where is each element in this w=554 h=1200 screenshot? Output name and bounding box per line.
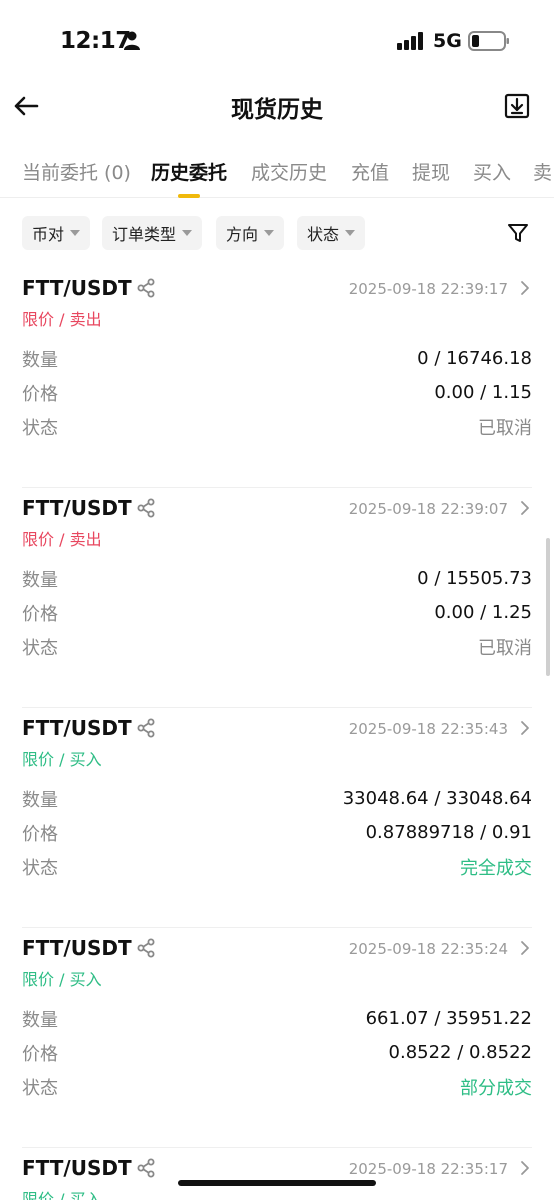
tab-trade-history[interactable]: 成交历史 [251, 158, 327, 185]
tab-sell[interactable]: 卖 [533, 158, 552, 185]
order-pair: FTT/USDT [22, 496, 132, 520]
price-label: 价格 [22, 604, 58, 625]
quantity-value: 0 / 16746.18 [417, 348, 532, 369]
signal-icon [397, 32, 423, 50]
order-card[interactable]: FTT/USDT 2025-09-18 22:35:24 限价 / 买入 数量 … [0, 928, 554, 1148]
order-pair: FTT/USDT [22, 276, 132, 300]
filter-order-type[interactable]: 订单类型 [102, 216, 203, 250]
caret-down-icon [345, 230, 356, 236]
page-title: 现货历史 [231, 97, 323, 123]
chevron-right-icon[interactable] [520, 720, 530, 736]
download-icon[interactable] [503, 92, 531, 120]
price-label: 价格 [22, 824, 58, 845]
quantity-value: 33048.64 / 33048.64 [342, 788, 532, 809]
order-time: 2025-09-18 22:35:24 [348, 940, 508, 958]
price-label: 价格 [22, 1044, 58, 1065]
caret-down-icon [182, 230, 193, 236]
tab-bar: 当前委托 (0) 历史委托 成交历史 充值 提现 买入 卖 [0, 150, 554, 198]
home-indicator[interactable] [178, 1180, 376, 1186]
share-icon[interactable] [136, 1158, 156, 1178]
price-value: 0.8522 / 0.8522 [388, 1042, 532, 1063]
order-time: 2025-09-18 22:39:17 [348, 280, 508, 298]
filter-pair[interactable]: 币对 [22, 216, 91, 250]
tab-order-history[interactable]: 历史委托 [151, 158, 227, 185]
filter-funnel-icon[interactable] [506, 221, 530, 245]
order-pair: FTT/USDT [22, 936, 132, 960]
order-card[interactable]: FTT/USDT 2025-09-18 22:39:07 限价 / 卖出 数量 … [0, 488, 554, 708]
order-time: 2025-09-18 22:35:43 [348, 720, 508, 738]
status-label: 状态 [22, 418, 58, 439]
order-pair: FTT/USDT [22, 716, 132, 740]
price-label: 价格 [22, 384, 58, 405]
order-type: 限价 / 买入 [22, 750, 102, 769]
status-time: 12:17 [60, 28, 131, 54]
tab-withdraw[interactable]: 提现 [412, 158, 450, 185]
filter-direction-label: 方向 [226, 225, 259, 244]
quantity-label: 数量 [22, 1010, 58, 1031]
chevron-right-icon[interactable] [520, 1160, 530, 1176]
status-label: 状态 [22, 638, 58, 659]
status-value: 已取消 [478, 638, 532, 659]
tab-open-orders[interactable]: 当前委托 (0) [22, 158, 131, 185]
battery-icon [468, 31, 509, 51]
quantity-value: 0 / 15505.73 [417, 568, 532, 589]
caret-down-icon [70, 230, 81, 236]
status-value: 完全成交 [460, 858, 532, 879]
filter-direction[interactable]: 方向 [216, 216, 285, 250]
tab-deposit[interactable]: 充值 [351, 158, 389, 185]
active-tab-indicator [178, 194, 200, 198]
tab-buy[interactable]: 买入 [473, 158, 511, 185]
filter-bar: 币对 订单类型 方向 状态 [0, 216, 554, 252]
status-label: 状态 [22, 858, 58, 879]
chevron-right-icon[interactable] [520, 280, 530, 296]
price-value: 0.00 / 1.25 [434, 602, 532, 623]
order-time: 2025-09-18 22:39:07 [348, 500, 508, 518]
chevron-right-icon[interactable] [520, 940, 530, 956]
order-card[interactable]: FTT/USDT 2025-09-18 22:35:43 限价 / 买入 数量 … [0, 708, 554, 928]
network-type: 5G [433, 30, 462, 52]
order-pair: FTT/USDT [22, 1156, 132, 1180]
filter-order-type-label: 订单类型 [112, 225, 177, 244]
order-type: 限价 / 买入 [22, 970, 102, 989]
scrollbar[interactable] [546, 538, 550, 676]
price-value: 0.87889718 / 0.91 [365, 822, 532, 843]
filter-status-label: 状态 [307, 225, 340, 244]
order-card[interactable]: FTT/USDT 2025-09-18 22:39:17 限价 / 卖出 数量 … [0, 268, 554, 488]
chevron-right-icon[interactable] [520, 500, 530, 516]
order-type: 限价 / 卖出 [22, 310, 102, 329]
nav-bar: 现货历史 [0, 84, 554, 134]
quantity-label: 数量 [22, 350, 58, 371]
status-label: 状态 [22, 1078, 58, 1099]
order-type: 限价 / 卖出 [22, 530, 102, 549]
caret-down-icon [264, 230, 275, 236]
status-value: 部分成交 [460, 1078, 532, 1099]
share-icon[interactable] [136, 278, 156, 298]
share-icon[interactable] [136, 938, 156, 958]
price-value: 0.00 / 1.15 [434, 382, 532, 403]
person-icon [124, 31, 140, 50]
share-icon[interactable] [136, 498, 156, 518]
quantity-value: 661.07 / 35951.22 [365, 1008, 532, 1029]
quantity-label: 数量 [22, 570, 58, 591]
order-type: 限价 / 买入 [22, 1190, 102, 1200]
status-bar: 12:17 5G [0, 0, 554, 84]
share-icon[interactable] [136, 718, 156, 738]
quantity-label: 数量 [22, 790, 58, 811]
order-card[interactable]: FTT/USDT 2025-09-18 22:35:17 限价 / 买入 [0, 1148, 554, 1200]
status-value: 已取消 [478, 418, 532, 439]
order-time: 2025-09-18 22:35:17 [348, 1160, 508, 1178]
filter-status[interactable]: 状态 [297, 216, 366, 250]
filter-pair-label: 币对 [32, 225, 65, 244]
